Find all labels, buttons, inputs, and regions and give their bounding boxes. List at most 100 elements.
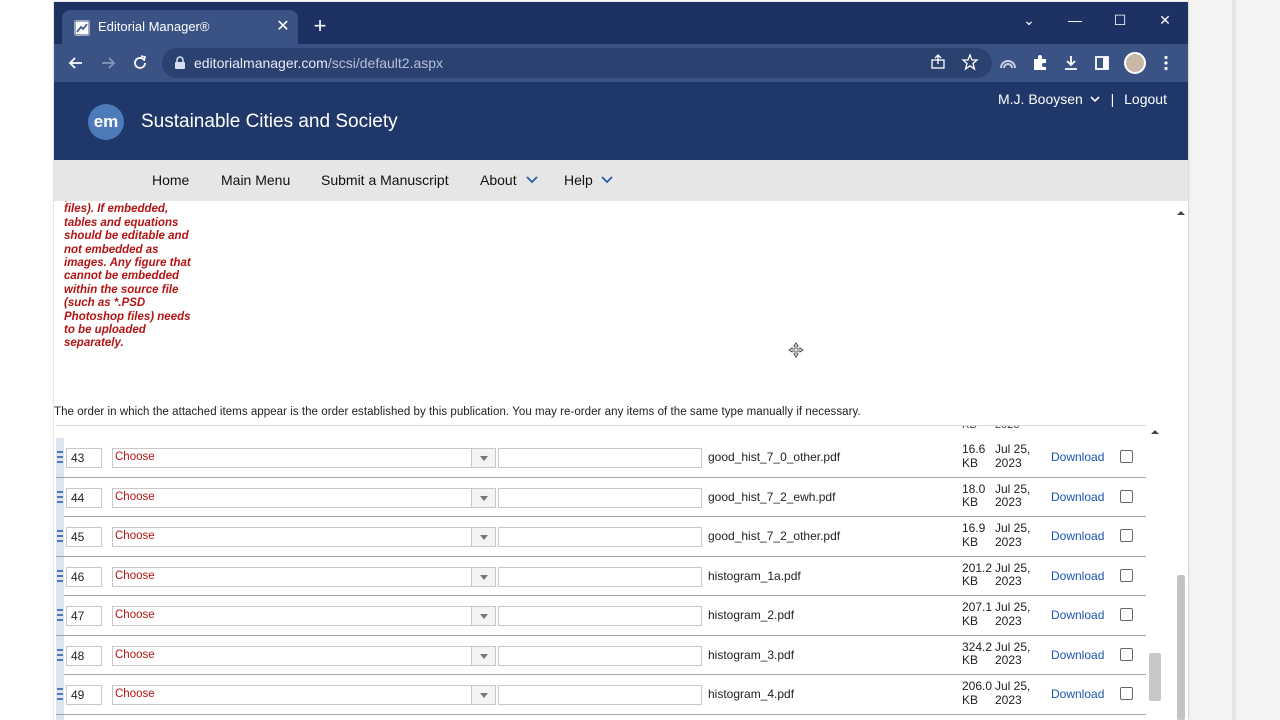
item-type-value: Choose (115, 648, 155, 661)
more-menu-icon[interactable] (1156, 53, 1176, 73)
extensions-puzzle-icon[interactable] (1030, 53, 1050, 73)
maximize-button[interactable]: ☐ (1105, 10, 1135, 30)
item-type-select[interactable]: Choose (112, 527, 496, 547)
nav-help[interactable]: Help (564, 172, 593, 188)
description-input[interactable] (498, 645, 702, 666)
order-input[interactable]: 43 (66, 448, 102, 468)
dropdown-arrow-icon[interactable] (471, 528, 495, 546)
remove-checkbox[interactable] (1120, 568, 1133, 582)
download-link[interactable]: Download (1051, 490, 1104, 504)
lock-icon[interactable] (174, 56, 186, 70)
upload-date: Jul 25, 2023 (995, 679, 1031, 707)
item-type-select[interactable]: Choose (112, 606, 496, 626)
profile-avatar[interactable] (1124, 52, 1146, 74)
dropdown-arrow-icon[interactable] (471, 686, 495, 704)
item-type-select[interactable]: Choose (112, 566, 496, 587)
order-input[interactable]: 44 (66, 487, 102, 508)
description-input[interactable] (498, 685, 702, 705)
order-input[interactable]: 47 (66, 606, 102, 626)
minimize-button[interactable]: — (1060, 10, 1090, 30)
user-menu[interactable]: M.J. Booysen (998, 91, 1083, 107)
browser-window: Editorial Manager® ✕ + ⌄ — ☐ ✕ editorial… (54, 2, 1188, 720)
tab-search-icon[interactable]: ⌄ (1014, 10, 1044, 30)
item-type-value: Choose (115, 451, 155, 463)
logout-link[interactable]: Logout (1124, 91, 1167, 107)
tab-title: Editorial Manager® (98, 19, 210, 34)
nav-home[interactable]: Home (152, 172, 189, 188)
remove-checkbox[interactable] (1120, 647, 1133, 661)
remove-checkbox[interactable] (1120, 608, 1133, 621)
remove-checkbox[interactable] (1120, 489, 1133, 503)
editorial-manager-favicon-icon (74, 20, 90, 36)
address-bar[interactable]: editorialmanager.com/scsi/default2.aspx (162, 48, 992, 78)
nav-main-menu[interactable]: Main Menu (221, 172, 290, 188)
help-chevron-icon[interactable] (600, 172, 614, 186)
extension-rainbow-icon[interactable] (998, 53, 1018, 73)
share-icon[interactable] (928, 53, 948, 73)
file-name: histogram_3.pdf (708, 647, 795, 662)
drag-handle-icon[interactable] (56, 714, 64, 720)
description-input[interactable] (498, 566, 702, 587)
file-row: 47 Choose histogram_2.pdf 207.1 KB Jul 2… (56, 596, 1146, 636)
tab-close-icon[interactable]: ✕ (274, 18, 292, 36)
download-link[interactable]: Download (1051, 648, 1104, 662)
browser-tab[interactable]: Editorial Manager® ✕ (62, 10, 298, 44)
nav-submit-manuscript[interactable]: Submit a Manuscript (321, 172, 449, 188)
reload-icon[interactable] (130, 53, 150, 73)
bookmark-star-icon[interactable] (960, 53, 980, 73)
drag-handle-icon[interactable] (56, 596, 64, 635)
url-text[interactable]: editorialmanager.com/scsi/default2.aspx (194, 55, 443, 71)
drag-handle-icon[interactable] (56, 675, 64, 714)
description-input[interactable] (498, 527, 702, 547)
drag-handle-icon[interactable] (56, 556, 64, 596)
dropdown-arrow-icon[interactable] (471, 488, 495, 507)
dropdown-arrow-icon[interactable] (471, 646, 495, 665)
item-type-select[interactable]: Choose (112, 685, 496, 705)
grid-scrollbar-thumb[interactable] (1149, 653, 1161, 701)
item-type-value: Choose (115, 490, 155, 503)
user-chevron-icon[interactable] (1089, 91, 1101, 107)
order-input[interactable]: 45 (66, 527, 102, 547)
download-link[interactable]: Download (1051, 450, 1104, 464)
page-scrollbar-thumb[interactable] (1177, 575, 1185, 720)
side-panel-icon[interactable] (1092, 53, 1112, 73)
drag-handle-icon[interactable] (56, 438, 64, 477)
remove-checkbox[interactable] (1120, 450, 1133, 463)
file-row: 44 Choose good_hist_7_2_ewh.pdf 18.0 KB … (56, 477, 1146, 517)
dropdown-arrow-icon[interactable] (471, 567, 495, 586)
clipped-row: KB 2023 (56, 426, 1146, 438)
remove-checkbox[interactable] (1120, 687, 1133, 700)
order-input[interactable]: 48 (66, 645, 102, 666)
forward-arrow-icon[interactable] (98, 53, 118, 73)
new-tab-button[interactable]: + (310, 15, 330, 37)
download-icon[interactable] (1061, 53, 1081, 73)
order-input[interactable]: 49 (66, 685, 102, 705)
description-input[interactable] (498, 487, 702, 508)
close-window-button[interactable]: ✕ (1150, 10, 1180, 30)
download-link[interactable]: Download (1051, 569, 1104, 583)
dropdown-arrow-icon[interactable] (471, 449, 495, 467)
dropdown-arrow-icon[interactable] (471, 607, 495, 625)
grid-scroll-up-arrow-icon[interactable] (1149, 425, 1161, 437)
upload-date: Jul 25, 2023 (995, 600, 1031, 628)
page-scroll-up-arrow-icon[interactable] (1177, 204, 1185, 215)
page-scrollbar[interactable] (1174, 201, 1188, 720)
description-input[interactable] (498, 606, 702, 626)
file-row: 46 Choose histogram_1a.pdf 201.2 KB Jul … (56, 556, 1146, 596)
drag-handle-icon[interactable] (56, 635, 64, 675)
item-type-select[interactable]: Choose (112, 448, 496, 468)
item-type-select[interactable]: Choose (112, 487, 496, 508)
download-link[interactable]: Download (1051, 608, 1104, 622)
remove-checkbox[interactable] (1120, 529, 1133, 542)
download-link[interactable]: Download (1051, 687, 1104, 701)
download-link[interactable]: Download (1051, 529, 1104, 543)
order-input[interactable]: 46 (66, 566, 102, 587)
item-type-select[interactable]: Choose (112, 645, 496, 666)
nav-about[interactable]: About (480, 172, 517, 188)
drag-handle-icon[interactable] (56, 517, 64, 556)
drag-handle-icon[interactable] (56, 477, 64, 517)
about-chevron-icon[interactable] (525, 172, 539, 186)
description-input[interactable] (498, 448, 702, 468)
site-header: em Sustainable Cities and Society M.J. B… (54, 82, 1188, 160)
back-arrow-icon[interactable] (66, 53, 86, 73)
